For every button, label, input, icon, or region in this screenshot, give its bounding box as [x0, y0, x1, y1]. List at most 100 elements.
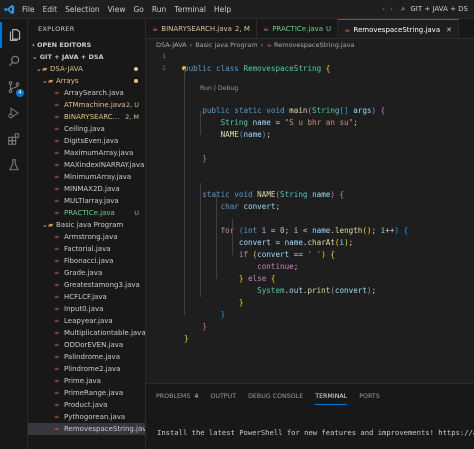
code-line: } [184, 153, 207, 165]
window-title-text[interactable]: GIT + JAVA + DS [410, 5, 468, 13]
menu-item-go[interactable]: Go [129, 5, 147, 14]
code-token: { [325, 250, 335, 259]
menu-item-view[interactable]: View [104, 5, 130, 14]
file-row[interactable]: ☕ MINMAX2D.java [28, 183, 145, 195]
extensions-icon[interactable] [0, 126, 28, 152]
file-row[interactable]: ☕ Plindrome2.java [28, 363, 145, 375]
menu-item-selection[interactable]: Selection [61, 5, 104, 14]
code-line: System.out.print(convert); [184, 285, 376, 297]
folder-row[interactable]: ⌄ ▰ Arrays [28, 75, 145, 87]
run-debug-codelens[interactable]: Run | Debug [200, 85, 238, 92]
folder-row[interactable]: ⌄ ▰ Basic java Program [28, 219, 145, 231]
code-editor[interactable]: 12 ● Run | Debug public class RemovespaceS… [146, 51, 474, 383]
java-file-icon: ☕ [54, 413, 60, 420]
file-tree: ⌄ ▰ DSA-JAVA ⌄ ▰ Arrays ☕ ArraySearch.java ☕ ATMm… [28, 63, 145, 435]
breadcrumb-item[interactable]: RemovespaceString.java [274, 41, 355, 49]
panel-tab-ports[interactable]: PORTS [359, 393, 380, 405]
java-file-icon: ☕ [54, 209, 60, 216]
java-file-icon: ☕ [344, 25, 351, 34]
code-token: String [280, 190, 313, 199]
file-row[interactable]: ☕ MaximumArray.java [28, 147, 145, 159]
code-token: } [202, 154, 207, 163]
breadcrumb-item[interactable]: Basic java Program [195, 41, 257, 49]
code-token: for [220, 226, 239, 235]
menu-item-help[interactable]: Help [210, 5, 235, 14]
code-line: convert = name.charAt(i); [184, 237, 353, 249]
menu-item-file[interactable]: File [18, 5, 39, 14]
file-row[interactable]: ☕ Factorial.java [28, 243, 145, 255]
chevron-left-icon[interactable]: ‹ [382, 5, 385, 13]
file-row[interactable]: ☕ Armstrong.java [28, 231, 145, 243]
folder-icon: ▰ [48, 221, 54, 229]
code-token: continue [257, 262, 294, 271]
java-file-icon: ☕ [54, 89, 60, 96]
file-row[interactable]: ☕ Ceiling.java [28, 123, 145, 135]
panel-tab-terminal[interactable]: TERMINAL [315, 393, 348, 405]
editor-tab[interactable]: ☕ BINARYSEARCH.java 2, M [146, 19, 257, 38]
file-row[interactable]: ☕ Palindrome.java [28, 351, 145, 363]
folder-row[interactable]: ⌄ ▰ DSA-JAVA [28, 63, 145, 75]
file-row[interactable]: ☕ Input0.java [28, 303, 145, 315]
run-debug-icon[interactable] [0, 100, 28, 126]
java-file-icon: ☕ [152, 25, 159, 33]
code-line: } else { [184, 273, 276, 285]
file-row[interactable]: ☕ MinimumArray.java [28, 171, 145, 183]
explorer-icon[interactable] [0, 22, 28, 48]
code-token: } [184, 334, 189, 343]
file-label: BINARYSEARC... [64, 113, 120, 121]
code-token: } [202, 322, 207, 331]
code-token: = [270, 238, 285, 247]
panel-tab-output[interactable]: OUTPUT [210, 393, 236, 405]
file-label: Ceiling.java [64, 125, 105, 133]
chevron-right-icon: › [32, 41, 35, 49]
file-row[interactable]: ☕ ArraySearch.java [28, 87, 145, 99]
testing-icon[interactable] [0, 152, 28, 178]
file-row[interactable]: ☕ MULTIarray.java [28, 195, 145, 207]
file-row[interactable]: ☕ Prime.java [28, 375, 145, 387]
menu-item-edit[interactable]: Edit [39, 5, 62, 14]
file-row[interactable]: ☕ HCFLCF.java [28, 291, 145, 303]
modified-dot-icon [134, 67, 138, 71]
file-row[interactable]: ☕ Multiplicationtable.java [28, 327, 145, 339]
file-row[interactable]: ☕ ATMmachine.java 2, U [28, 99, 145, 111]
menu-item-terminal[interactable]: Terminal [170, 5, 210, 14]
file-row[interactable]: ☕ Leapyear.java [28, 315, 145, 327]
editor-tab[interactable]: ☕ PRACTICe.java U [257, 19, 339, 38]
close-icon[interactable]: ✕ [446, 26, 452, 34]
file-row[interactable]: ☕ ODDorEVEN.java [28, 339, 145, 351]
editor-tab[interactable]: ☕ RemovespaceString.java ✕ [338, 19, 459, 38]
code-token: name [312, 190, 331, 199]
panel-tab-debug-console[interactable]: DEBUG CONSOLE [248, 393, 303, 405]
file-label: Palindrome.java [64, 353, 120, 361]
file-row[interactable]: ☕ Fibonacci.java [28, 255, 145, 267]
file-label: MULTIarray.java [64, 197, 119, 205]
code-token: convert [257, 250, 290, 259]
terminal-output[interactable]: Install the latest PowerShell for new fe… [157, 428, 474, 437]
file-row[interactable]: ☕ MAXindexINARRAY.java [28, 159, 145, 171]
file-row[interactable]: ☕ BINARYSEARC... 2, M [28, 111, 145, 123]
panel-tab-label: TERMINAL [315, 393, 348, 400]
source-control-icon[interactable]: 4 [0, 74, 28, 100]
workspace-section[interactable]: ⌄ GIT + JAVA + DSA [28, 51, 145, 63]
menu-item-run[interactable]: Run [148, 5, 170, 14]
breadcrumb: DSA-JAVA › Basic java Program › ☕ Removespace… [146, 39, 474, 51]
panel-tab-problems[interactable]: PROBLEMS 4 [156, 393, 198, 405]
file-row[interactable]: ☕ Pythogorean.java [28, 411, 145, 423]
open-editors-section[interactable]: › OPEN EDITORS [28, 39, 145, 51]
chevron-right-icon[interactable]: › [390, 5, 393, 13]
file-label: Prime.java [64, 377, 101, 385]
file-row[interactable]: ☕ Grade.java [28, 267, 145, 279]
file-row[interactable]: ☕ PRACTICe.java U [28, 207, 145, 219]
search-icon[interactable] [0, 48, 28, 74]
file-row[interactable]: ☕ RemovespaceString.java [28, 423, 145, 435]
code-line: public static void main(String[] args) { [184, 105, 385, 117]
file-row[interactable]: ☕ PrimeRange.java [28, 387, 145, 399]
file-row[interactable]: ☕ Product.java [28, 399, 145, 411]
file-row[interactable]: ☕ Greatestamong3.java [28, 279, 145, 291]
file-row[interactable]: ☕ DigitsEven.java [28, 135, 145, 147]
breadcrumb-item[interactable]: DSA-JAVA [156, 41, 187, 49]
code-token: == [289, 250, 308, 259]
